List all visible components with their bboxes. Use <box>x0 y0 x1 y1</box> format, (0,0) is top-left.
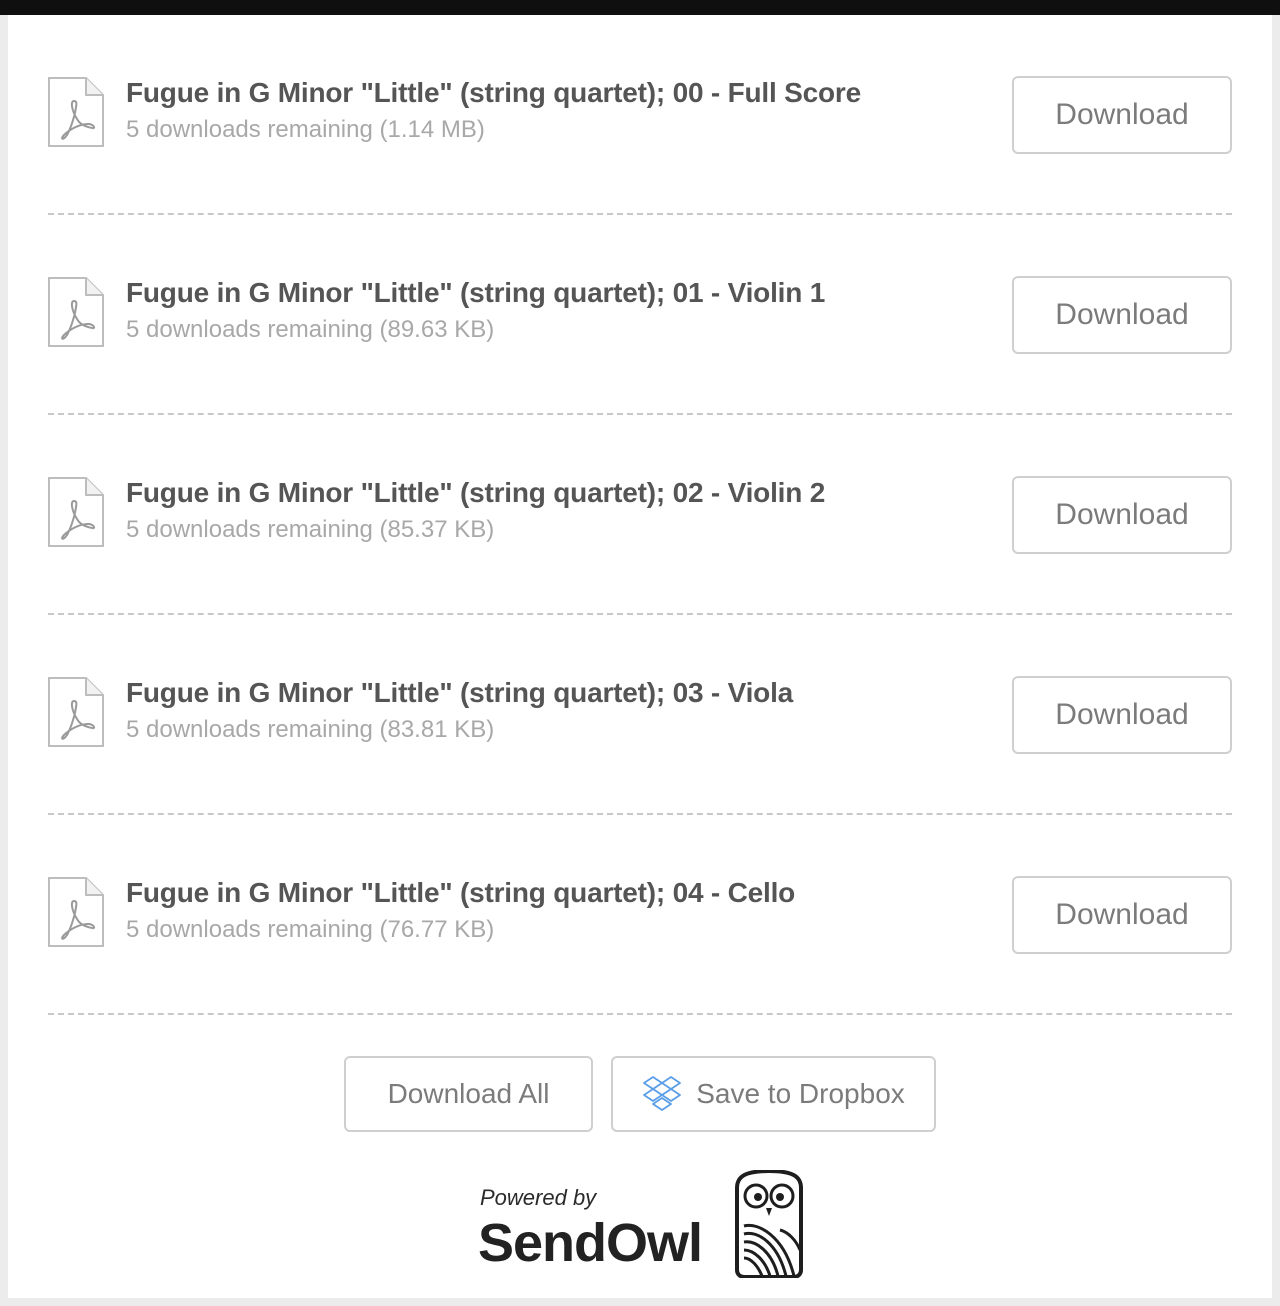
pdf-file-icon <box>48 77 104 147</box>
save-to-dropbox-label: Save to Dropbox <box>696 1078 905 1109</box>
file-title: Fugue in G Minor "Little" (string quarte… <box>126 677 794 708</box>
pdf-file-icon <box>48 877 104 947</box>
dropbox-icon <box>643 1076 682 1111</box>
file-title: Fugue in G Minor "Little" (string quarte… <box>126 77 861 108</box>
file-row: Fugue in G Minor "Little" (string quarte… <box>48 215 1232 415</box>
download-button[interactable]: Download <box>1012 76 1232 154</box>
file-row: Fugue in G Minor "Little" (string quarte… <box>48 415 1232 615</box>
downloads-panel: Fugue in G Minor "Little" (string quarte… <box>8 15 1272 1298</box>
pdf-file-icon <box>48 677 104 747</box>
pdf-file-icon <box>48 477 104 547</box>
pdf-file-icon <box>48 277 104 347</box>
sendowl-logo[interactable]: Powered by SendOwl <box>478 1170 808 1280</box>
brand-name: SendOwl <box>478 1213 703 1273</box>
download-button[interactable]: Download <box>1012 876 1232 954</box>
download-all-button[interactable]: Download All <box>344 1056 593 1132</box>
download-button[interactable]: Download <box>1012 276 1232 354</box>
file-downloads-remaining: 5 downloads remaining (85.37 KB) <box>126 516 495 543</box>
download-button[interactable]: Download <box>1012 676 1232 754</box>
file-downloads-remaining: 5 downloads remaining (83.81 KB) <box>126 716 495 743</box>
file-row: Fugue in G Minor "Little" (string quarte… <box>48 815 1232 1015</box>
file-title: Fugue in G Minor "Little" (string quarte… <box>126 277 826 308</box>
file-downloads-remaining: 5 downloads remaining (76.77 KB) <box>126 916 495 943</box>
file-title: Fugue in G Minor "Little" (string quarte… <box>126 877 796 908</box>
file-row: Fugue in G Minor "Little" (string quarte… <box>48 15 1232 215</box>
powered-by-text: Powered by <box>480 1185 597 1210</box>
save-to-dropbox-button[interactable]: Save to Dropbox <box>611 1056 936 1132</box>
top-bar <box>0 0 1280 15</box>
file-row: Fugue in G Minor "Little" (string quarte… <box>48 615 1232 815</box>
file-downloads-remaining: 5 downloads remaining (1.14 MB) <box>126 116 485 143</box>
download-all-label: Download All <box>387 1078 550 1109</box>
file-title: Fugue in G Minor "Little" (string quarte… <box>126 477 826 508</box>
download-button[interactable]: Download <box>1012 476 1232 554</box>
file-downloads-remaining: 5 downloads remaining (89.63 KB) <box>126 316 495 343</box>
owl-icon <box>735 1170 803 1278</box>
